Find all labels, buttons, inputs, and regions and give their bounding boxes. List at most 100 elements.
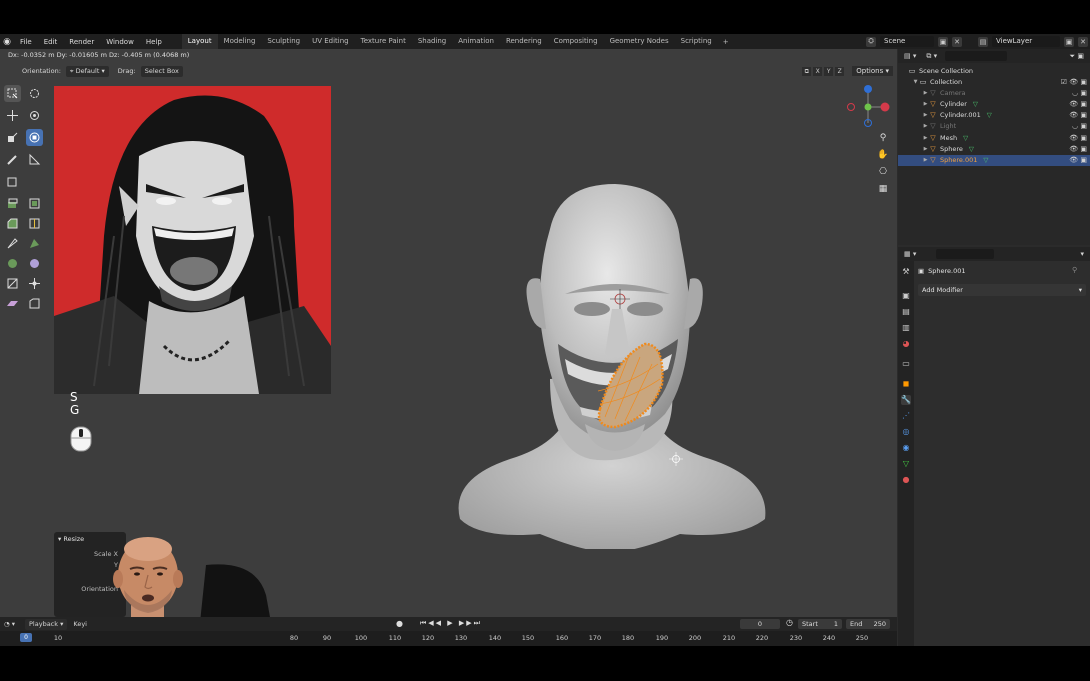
rotate-tool[interactable] xyxy=(26,107,43,124)
display-mode-icon[interactable]: ⧉ ▾ xyxy=(926,52,937,61)
tab-animation[interactable]: Animation xyxy=(452,34,500,49)
orientation-dropdown[interactable]: ⌖ Default ▾ xyxy=(65,65,109,77)
spin-tool[interactable] xyxy=(4,255,21,272)
remove-viewlayer-icon[interactable]: ✕ xyxy=(1078,36,1088,47)
visibility-icons[interactable]: 👁 ▣ xyxy=(1069,111,1087,119)
inset-tool[interactable] xyxy=(26,195,43,212)
axis-z-button[interactable]: Z xyxy=(835,66,845,76)
particles-tab-icon[interactable]: ⋰ xyxy=(901,411,911,421)
outliner-item[interactable]: ▶ ▽ Mesh ▽ 👁 ▣ xyxy=(898,132,1090,143)
smooth-tool[interactable] xyxy=(26,255,43,272)
outliner-item[interactable]: ▶ ▽ Camera ◡ ▣ xyxy=(898,87,1090,98)
remove-scene-icon[interactable]: ✕ xyxy=(952,36,962,47)
frame-cursor[interactable]: 0 xyxy=(20,633,32,642)
menu-edit[interactable]: Edit xyxy=(38,38,64,46)
pan-hand-icon[interactable]: ✋ xyxy=(877,149,889,161)
current-frame-field[interactable]: 0 xyxy=(740,619,780,629)
start-frame-field[interactable]: Start 1 xyxy=(798,619,842,629)
scene-selector[interactable]: ⛭ Scene ▣ ✕ xyxy=(866,35,962,48)
menu-render[interactable]: Render xyxy=(63,38,100,46)
outliner-item[interactable]: ▶ ▽ Cylinder ▽ 👁 ▣ xyxy=(898,98,1090,109)
tab-sculpting[interactable]: Sculpting xyxy=(261,34,306,49)
tab-scripting[interactable]: Scripting xyxy=(675,34,718,49)
axis-x-button[interactable]: X xyxy=(813,66,823,76)
scene-tab-icon[interactable]: ◕ xyxy=(901,339,911,349)
viewlayer-name-field[interactable]: ViewLayer xyxy=(992,36,1060,47)
mesh-data-icon[interactable]: ▽ xyxy=(969,145,974,153)
rip-region-tool[interactable] xyxy=(26,295,43,312)
gizmo-neg-x-icon[interactable] xyxy=(847,103,855,111)
tab-uv-editing[interactable]: UV Editing xyxy=(306,34,355,49)
filter-icon[interactable]: ⏷ ▣ xyxy=(1070,52,1084,61)
material-tab-icon[interactable]: ● xyxy=(901,475,911,485)
mesh-data-icon[interactable]: ▽ xyxy=(983,156,988,164)
collection-row[interactable]: ▼ ▭ Collection ☑ 👁 ▣ xyxy=(898,76,1090,87)
cursor-tool[interactable] xyxy=(26,85,43,102)
visibility-icons[interactable]: 👁 ▣ xyxy=(1069,134,1087,142)
visibility-icons[interactable]: 👁 ▣ xyxy=(1069,100,1087,108)
visibility-icons[interactable]: 👁 ▣ xyxy=(1069,156,1087,164)
mesh-data-icon[interactable]: ▽ xyxy=(973,100,978,108)
loop-cut-tool[interactable] xyxy=(26,215,43,232)
object-name-row[interactable]: ▣ Sphere.001 xyxy=(918,265,966,277)
playback-menu[interactable]: Playback ▾ xyxy=(25,618,68,630)
stopwatch-icon[interactable]: ◷ xyxy=(786,618,793,627)
tab-modeling[interactable]: Modeling xyxy=(218,34,262,49)
shrink-fatten-tool[interactable] xyxy=(26,275,43,292)
timeline-ruler[interactable]: 0 10 80 90 100 110 120 130 140 150 160 170 180 190 20… xyxy=(0,631,897,646)
end-frame-field[interactable]: End 250 xyxy=(846,619,890,629)
edge-slide-tool[interactable] xyxy=(4,275,21,292)
visibility-icons[interactable]: 👁 ▣ xyxy=(1069,145,1087,153)
scene-collection-row[interactable]: ▭ Scene Collection xyxy=(898,65,1090,76)
mesh-data-icon[interactable]: ▽ xyxy=(987,111,992,119)
outliner-editor-type-icon[interactable]: ▤ ▾ xyxy=(904,52,916,60)
outliner-item[interactable]: ▶ ▽ Sphere.001 ▽ 👁 ▣ xyxy=(898,154,1090,166)
camera-view-icon[interactable]: ⎔ xyxy=(877,166,889,178)
expand-icon[interactable]: ▶ xyxy=(922,135,929,141)
pin-icon[interactable]: ⚲ xyxy=(1072,266,1077,274)
keying-menu[interactable]: Keyi xyxy=(73,620,87,628)
gizmo-y-icon[interactable] xyxy=(864,103,872,111)
outliner-item[interactable]: ▶ ▽ Sphere ▽ 👁 ▣ xyxy=(898,144,1090,155)
perspective-grid-icon[interactable]: ▦ xyxy=(877,183,889,195)
options-dropdown[interactable]: Options ▾ xyxy=(852,66,893,76)
extrude-tool[interactable] xyxy=(4,195,21,212)
tab-layout[interactable]: Layout xyxy=(181,34,218,49)
sculpted-head-mesh[interactable] xyxy=(440,179,780,549)
properties-search-input[interactable] xyxy=(936,249,995,259)
tool-tab-icon[interactable]: ⚒ xyxy=(901,267,911,277)
object-tab-icon[interactable]: ◼ xyxy=(901,379,911,389)
add-cube-tool[interactable] xyxy=(4,173,21,190)
menu-window[interactable]: Window xyxy=(100,38,140,46)
add-workspace-icon[interactable]: + xyxy=(718,38,734,46)
annotate-tool[interactable] xyxy=(4,151,21,168)
gizmo-x-icon[interactable] xyxy=(880,102,890,112)
viewlayer-selector[interactable]: ▤ ViewLayer ▣ ✕ xyxy=(978,35,1088,48)
properties-editor-type-icon[interactable]: ▦ ▾ xyxy=(904,250,916,258)
playback-controls[interactable]: ⏮◀◀ ▶ ▶▶⏭ xyxy=(420,619,482,628)
axis-y-button[interactable]: Y xyxy=(824,66,834,76)
menu-file[interactable]: File xyxy=(14,38,38,46)
outliner-search-input[interactable] xyxy=(945,51,1008,61)
view-layer-tab-icon[interactable]: ▥ xyxy=(901,323,911,333)
mirror-icon[interactable]: ⧉ xyxy=(802,66,812,76)
poly-build-tool[interactable] xyxy=(26,235,43,252)
shear-tool[interactable] xyxy=(4,295,21,312)
tab-texture-paint[interactable]: Texture Paint xyxy=(355,34,412,49)
select-box-tool[interactable] xyxy=(4,85,21,102)
navigation-gizmo[interactable] xyxy=(843,81,895,131)
expand-icon[interactable]: ▶ xyxy=(922,146,929,152)
blender-logo-icon[interactable]: ◉ xyxy=(0,34,14,49)
add-modifier-button[interactable]: Add Modifier ▾ xyxy=(918,284,1086,296)
data-tab-icon[interactable]: ▽ xyxy=(901,459,911,469)
expand-icon[interactable]: ▶ xyxy=(922,123,929,129)
tab-shading[interactable]: Shading xyxy=(412,34,452,49)
scale-tool[interactable] xyxy=(4,129,21,146)
collection-expand-icon[interactable]: ▼ xyxy=(912,79,919,85)
outliner-item[interactable]: ▶ ▽ Cylinder.001 ▽ 👁 ▣ xyxy=(898,110,1090,121)
properties-options-icon[interactable]: ▾ xyxy=(1080,250,1084,258)
move-tool[interactable] xyxy=(4,107,21,124)
expand-icon[interactable]: ▶ xyxy=(922,157,929,163)
scene-name-field[interactable]: Scene xyxy=(880,36,934,47)
visibility-icons[interactable]: ◡ ▣ xyxy=(1072,122,1087,130)
